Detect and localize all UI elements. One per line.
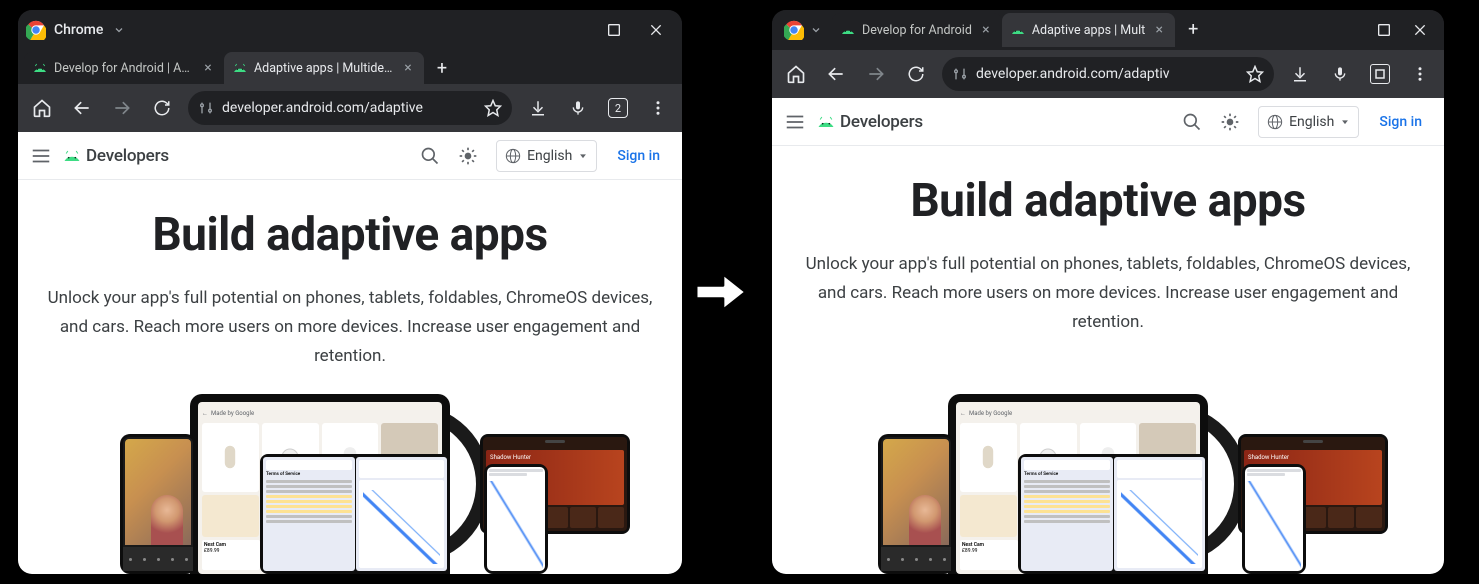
hero-title: Build adaptive apps [152, 208, 547, 262]
app-title-strip: Chrome [18, 10, 682, 50]
search-icon[interactable] [1182, 112, 1202, 132]
site-controls-icon[interactable] [198, 100, 214, 116]
browser-tab[interactable]: Develop for Android | And… × [24, 52, 224, 84]
foldable-mockup: Terms of Service [1018, 454, 1208, 574]
tab-title: Adaptive apps | Mult [1032, 23, 1145, 38]
brand-logo[interactable]: Developers [62, 146, 169, 166]
close-window-button[interactable] [1402, 12, 1438, 48]
globe-icon [1267, 114, 1283, 130]
android-favicon [232, 60, 248, 76]
back-button[interactable] [64, 90, 100, 126]
language-label: English [527, 148, 572, 164]
site-controls-icon[interactable] [952, 66, 968, 82]
close-tab-icon[interactable]: × [400, 60, 416, 76]
new-tab-button[interactable]: + [1179, 15, 1207, 43]
theme-toggle-icon[interactable] [458, 146, 478, 166]
language-selector[interactable]: English [1258, 106, 1359, 138]
foldable-mockup: Terms of Service [260, 454, 450, 574]
dropdown-arrow-icon [1340, 117, 1350, 127]
language-selector[interactable]: English [496, 140, 597, 172]
brand-logo[interactable]: Developers [816, 112, 923, 132]
reload-button[interactable] [144, 90, 180, 126]
tab-title: Develop for Android | And… [54, 61, 194, 76]
android-favicon [840, 22, 856, 38]
tab-title: Develop for Android [862, 23, 972, 38]
page-content: Developers English Sign in Build adaptiv… [18, 132, 682, 574]
dropdown-arrow-icon [578, 151, 588, 161]
browser-toolbar: developer.android.com/adaptive 2 [18, 84, 682, 132]
sign-in-link[interactable]: Sign in [607, 148, 670, 164]
bookmark-star-icon[interactable] [1246, 65, 1264, 83]
close-tab-icon[interactable]: × [1151, 22, 1167, 38]
android-icon [62, 150, 82, 162]
reload-button[interactable] [898, 56, 934, 92]
browser-tab-active[interactable]: Adaptive apps | Mult × [1002, 13, 1175, 47]
android-favicon [32, 60, 48, 76]
hero-section: Build adaptive apps Unlock your app's fu… [18, 180, 682, 371]
overflow-menu-button[interactable] [640, 90, 676, 126]
phone-dark-mockup [878, 434, 954, 574]
android-icon [816, 116, 836, 128]
brand-text: Developers [86, 146, 169, 166]
chrome-icon [784, 20, 804, 40]
downloads-button[interactable] [1282, 56, 1318, 92]
hero-subtitle: Unlock your app's full potential on phon… [798, 250, 1418, 337]
forward-button[interactable] [104, 90, 140, 126]
tab-count-button[interactable] [1362, 56, 1398, 92]
close-tab-icon[interactable]: × [978, 22, 994, 38]
close-window-button[interactable] [638, 12, 674, 48]
tab-strip: Develop for Android | And… × Adaptive ap… [18, 50, 682, 84]
home-button[interactable] [24, 90, 60, 126]
downloads-button[interactable] [520, 90, 556, 126]
tab-strip: Develop for Android × Adaptive apps | Mu… [772, 10, 1444, 50]
hamburger-menu-icon[interactable] [784, 111, 806, 133]
hero-title: Build adaptive apps [910, 174, 1305, 228]
globe-icon [505, 148, 521, 164]
chrome-icon [26, 20, 46, 40]
forward-button[interactable] [858, 56, 894, 92]
chevron-down-icon[interactable] [810, 24, 822, 36]
new-tab-button[interactable]: + [428, 54, 456, 82]
bookmark-star-icon[interactable] [484, 99, 502, 117]
devices-illustration: ←Made by Google Nest Cam£89.99 [772, 357, 1444, 574]
home-button[interactable] [778, 56, 814, 92]
tab-count-button[interactable]: 2 [600, 90, 636, 126]
close-tab-icon[interactable]: × [200, 60, 216, 76]
brand-text: Developers [840, 112, 923, 132]
address-bar[interactable]: developer.android.com/adaptive [188, 91, 512, 125]
search-icon[interactable] [420, 146, 440, 166]
chrome-window-right: Develop for Android × Adaptive apps | Mu… [772, 10, 1444, 574]
transition-arrow [682, 268, 760, 316]
voice-search-button[interactable] [560, 90, 596, 126]
maximize-button[interactable] [596, 12, 632, 48]
browser-toolbar: developer.android.com/adaptiv [772, 50, 1444, 98]
android-favicon [1010, 22, 1026, 38]
browser-tab-active[interactable]: Adaptive apps | Multidevic × [224, 52, 424, 84]
url-text: developer.android.com/adaptive [222, 100, 476, 116]
devices-illustration: ←Made by Google Nest Cam£89.99 [18, 391, 682, 574]
hamburger-menu-icon[interactable] [30, 145, 52, 167]
chrome-window-left: Chrome Develop for Android | And… × Adap… [18, 10, 682, 574]
address-bar[interactable]: developer.android.com/adaptiv [942, 57, 1274, 91]
theme-toggle-icon[interactable] [1220, 112, 1240, 132]
page-content: Developers English Sign in Build adaptiv… [772, 98, 1444, 574]
maximize-button[interactable] [1366, 12, 1402, 48]
hero-subtitle: Unlock your app's full potential on phon… [40, 284, 660, 371]
site-header: Developers English Sign in [772, 98, 1444, 146]
back-button[interactable] [818, 56, 854, 92]
phone-light-mockup [484, 464, 548, 574]
app-name-label: Chrome [54, 22, 103, 38]
url-text: developer.android.com/adaptiv [976, 66, 1238, 82]
language-label: English [1289, 114, 1334, 130]
overflow-menu-button[interactable] [1402, 56, 1438, 92]
phone-dark-mockup [120, 434, 196, 574]
browser-tab[interactable]: Develop for Android × [832, 13, 1002, 47]
voice-search-button[interactable] [1322, 56, 1358, 92]
site-header: Developers English Sign in [18, 132, 682, 180]
hero-section: Build adaptive apps Unlock your app's fu… [772, 146, 1444, 337]
phone-light-mockup [1242, 464, 1306, 574]
sign-in-link[interactable]: Sign in [1369, 114, 1432, 130]
tab-title: Adaptive apps | Multidevic [254, 61, 394, 76]
chevron-down-icon[interactable] [113, 24, 125, 36]
